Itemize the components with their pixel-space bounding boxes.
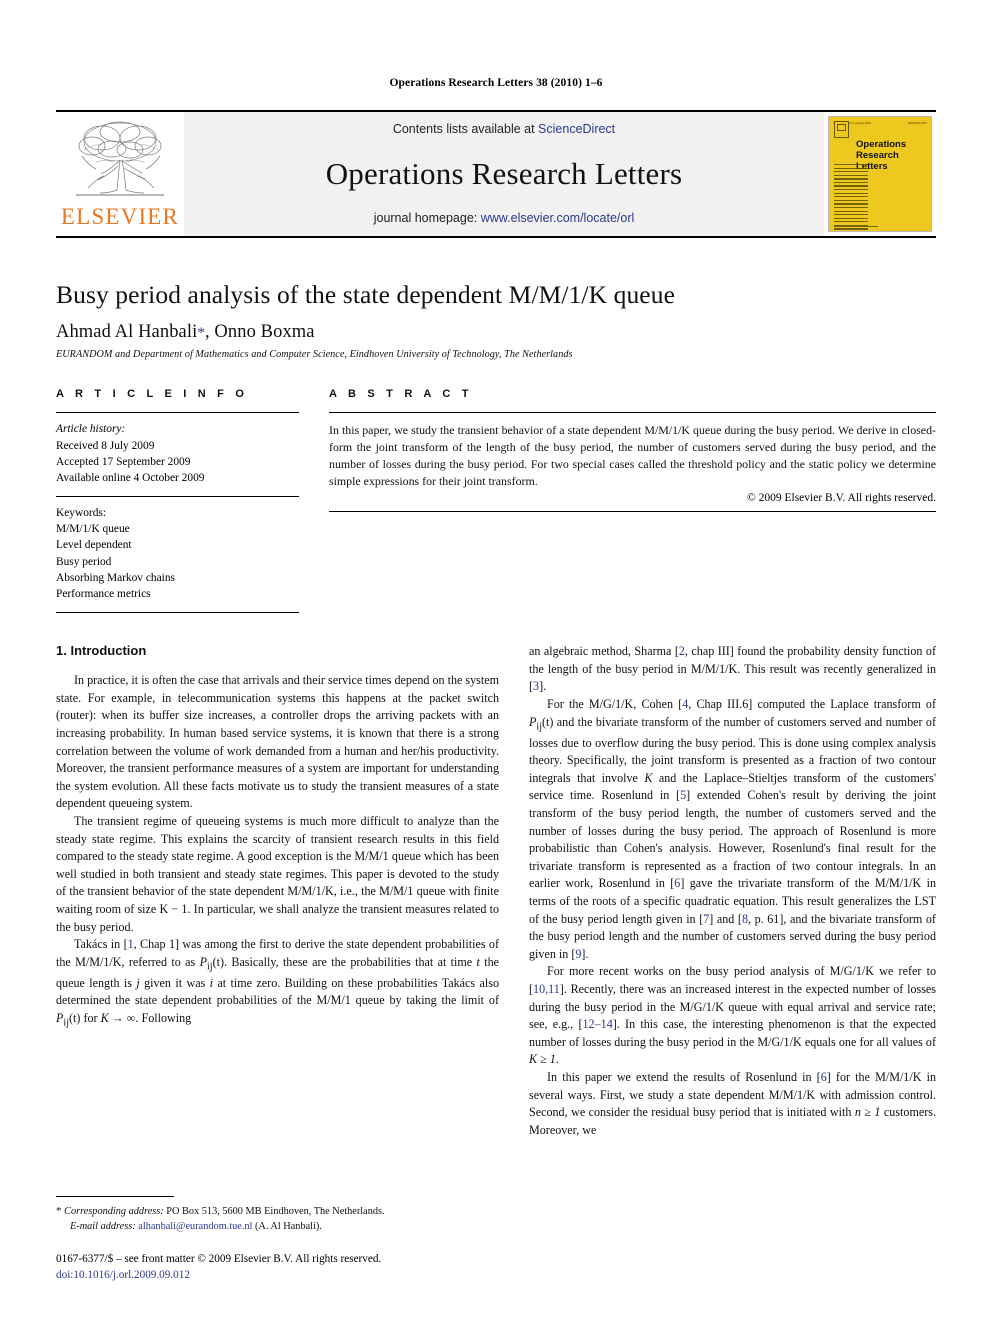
cover-elsevier-badge-icon xyxy=(834,121,849,138)
issn-front-matter-line: 0167-6377/$ – see front matter © 2009 El… xyxy=(56,1252,382,1265)
footnote-block: * Corresponding address: PO Box 513, 560… xyxy=(56,1195,499,1283)
keyword-item: Absorbing Markov chains xyxy=(56,571,175,584)
citation-link[interactable]: 12–14 xyxy=(583,1017,613,1031)
text-run: given it was xyxy=(139,975,210,990)
footnote-marker: * xyxy=(56,1204,62,1217)
issn-copyright-block: 0167-6377/$ – see front matter © 2009 El… xyxy=(56,1251,499,1283)
elsevier-tree-icon xyxy=(76,121,164,196)
article-history-item: Received 8 July 2009 xyxy=(56,439,155,452)
elsevier-wordmark: ELSEVIER xyxy=(60,204,180,229)
abstract-column: A B S T R A C T In this paper, we study … xyxy=(329,388,936,613)
cover-issn-text: ISSN 0167-6377 xyxy=(907,122,927,125)
corresponding-address-line: * Corresponding address: PO Box 513, 560… xyxy=(56,1204,499,1220)
contents-prefix: Contents lists available at xyxy=(392,122,539,136)
email-link[interactable]: alhanbali@eurandom.tue.nl xyxy=(138,1221,252,1232)
body-column-left: 1. Introduction In practice, it is often… xyxy=(56,643,499,1183)
math-arg: (t) xyxy=(212,954,225,969)
text-run: . xyxy=(555,1052,559,1067)
keyword-item: M/M/1/K queue xyxy=(56,523,130,536)
text-run: . Following xyxy=(135,1010,192,1025)
elsevier-logo: ELSEVIER xyxy=(56,112,184,236)
text-run: . Basically, these are the probabilities… xyxy=(224,954,477,969)
journal-article-page: Operations Research Letters 38 (2010) 1–… xyxy=(0,0,992,1323)
keyword-item: Level dependent xyxy=(56,539,132,552)
author-name-primary: Ahmad Al Hanbali xyxy=(56,322,198,343)
text-run: For the M/G/1/K, Cohen [ xyxy=(547,696,683,711)
footnote-rule xyxy=(56,1195,174,1197)
journal-homepage-line: journal homepage: www.elsevier.com/locat… xyxy=(374,211,635,225)
corresponding-address-label: Corresponding address: xyxy=(64,1205,164,1217)
text-run: ]. xyxy=(581,946,589,961)
article-info-heading: A R T I C L E I N F O xyxy=(56,388,249,401)
paragraph: For more recent works on the busy period… xyxy=(529,963,936,1069)
cover-contents-lines xyxy=(834,164,868,231)
text-run: , Chap III.6] computed the Laplace trans… xyxy=(688,696,936,711)
author-affiliation: EURANDOM and Department of Mathematics a… xyxy=(56,349,573,361)
journal-title: Operations Research Letters xyxy=(325,156,683,191)
page-title: Busy period analysis of the state depend… xyxy=(56,280,675,309)
paragraph: For the M/G/1/K, Cohen [4, Chap III.6] c… xyxy=(529,696,936,963)
info-abstract-region: A R T I C L E I N F O Article history: R… xyxy=(56,388,936,614)
keywords-label: Keywords: xyxy=(56,507,106,520)
paragraph: The transient regime of queueing systems… xyxy=(56,813,499,934)
cover-title-line-1: Operations xyxy=(856,139,907,150)
text-run: Takács in [ xyxy=(74,937,128,952)
journal-cover-container: Volume 38 Issue 1 January 2010 ISSN 0167… xyxy=(824,112,936,236)
paragraph: Takács in [1, Chap 1] was among the firs… xyxy=(56,936,499,1031)
corresponding-author-marker: * xyxy=(197,325,205,342)
paragraph: In practice, it is often the case that a… xyxy=(56,673,499,811)
citation-link[interactable]: 10,11 xyxy=(533,982,560,996)
math-arg: (t) xyxy=(542,714,554,729)
sciencedirect-link[interactable]: ScienceDirect xyxy=(538,122,615,136)
math-expression: K ≥ 1 xyxy=(529,1052,556,1067)
math-expression: n ≥ 1 xyxy=(854,1105,881,1120)
keyword-item: Busy period xyxy=(56,555,112,568)
corresponding-address-text: PO Box 513, 5600 MB Eindhoven, The Nethe… xyxy=(163,1205,385,1217)
doi-link[interactable]: doi:10.1016/j.orl.2009.09.012 xyxy=(56,1267,499,1283)
keyword-item: Performance metrics xyxy=(56,588,151,600)
math-symbol: K xyxy=(100,1010,109,1025)
math-symbol: P xyxy=(199,954,207,969)
paragraph: an algebraic method, Sharma [2, chap III… xyxy=(529,643,936,696)
abstract-heading: A B S T R A C T xyxy=(329,388,473,401)
keywords-group: Keywords: M/M/1/K queue Level dependent … xyxy=(56,497,299,614)
journal-cover-thumbnail: Volume 38 Issue 1 January 2010 ISSN 0167… xyxy=(828,116,932,232)
abstract-copyright: © 2009 Elsevier B.V. All rights reserved… xyxy=(747,492,936,505)
article-history-item: Accepted 17 September 2009 xyxy=(56,455,191,468)
article-history-label: Article history: xyxy=(56,423,126,436)
email-address-line: E-mail address: alhanbali@eurandom.tue.n… xyxy=(56,1220,499,1235)
section-heading-introduction: 1. Introduction xyxy=(56,643,147,659)
text-run: an algebraic method, Sharma [ xyxy=(529,644,679,659)
cover-footer-line xyxy=(834,225,878,227)
masthead-center-panel: Contents lists available at ScienceDirec… xyxy=(184,112,824,236)
text-run: ]. xyxy=(539,679,547,694)
email-owner-text: (A. Al Hanbali). xyxy=(252,1220,322,1232)
contents-available-line: Contents lists available at ScienceDirec… xyxy=(393,122,615,136)
math-arg: (t) xyxy=(69,1010,81,1025)
abstract-body-container: In this paper, we study the transient be… xyxy=(329,412,936,513)
text-run: ] and [ xyxy=(709,911,742,926)
text-run: for xyxy=(80,1010,101,1025)
email-address-label: E-mail address: xyxy=(70,1220,136,1232)
paragraph: In this paper we extend the results of R… xyxy=(529,1069,936,1139)
journal-homepage-link[interactable]: www.elsevier.com/locate/orl xyxy=(481,211,635,225)
text-run: In this paper we extend the results of R… xyxy=(547,1069,821,1084)
abstract-text: In this paper, we study the transient be… xyxy=(329,423,936,489)
author-name-secondary: , Onno Boxma xyxy=(204,322,315,343)
running-head: Operations Research Letters 38 (2010) 1–… xyxy=(389,77,603,89)
homepage-prefix: journal homepage: xyxy=(373,211,481,225)
journal-masthead: ELSEVIER Contents lists available at Sci… xyxy=(56,110,936,238)
cover-title-line-2: Research xyxy=(856,150,899,162)
article-title-block: Busy period analysis of the state depend… xyxy=(56,280,936,360)
arrow-symbol: → xyxy=(108,1010,127,1025)
body-column-right: an algebraic method, Sharma [2, chap III… xyxy=(529,643,936,1183)
article-history-group: Article history: Received 8 July 2009 Ac… xyxy=(56,412,299,498)
article-body: 1. Introduction In practice, it is often… xyxy=(56,643,936,1183)
article-info-column: A R T I C L E I N F O Article history: R… xyxy=(56,388,299,614)
author-list: Ahmad Al Hanbali*, Onno Boxma xyxy=(56,322,936,343)
article-history-item: Available online 4 October 2009 xyxy=(56,471,205,484)
